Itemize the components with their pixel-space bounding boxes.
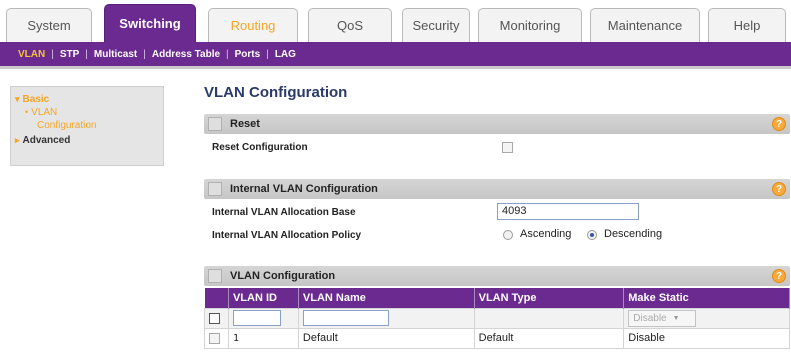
radio-ascending-label: Ascending xyxy=(520,228,572,240)
make-static-input-cell: Disable ▼ xyxy=(623,307,790,329)
tab-monitoring[interactable]: Monitoring xyxy=(478,8,582,42)
tab-switching[interactable]: Switching xyxy=(104,4,196,42)
sidebar-item-label: Advanced xyxy=(22,135,71,146)
subnav-separator: | xyxy=(266,48,269,60)
column-header-vlan-id: VLAN ID xyxy=(228,288,299,308)
vlan-name-input-cell xyxy=(297,307,475,329)
chevron-down-icon: ▾ xyxy=(15,94,20,104)
sidebar-item-label: Configuration xyxy=(37,120,97,131)
subnav-ports[interactable]: Ports xyxy=(235,49,261,60)
make-static-select[interactable]: Disable ▼ xyxy=(628,309,697,327)
page-title: VLAN Configuration xyxy=(204,84,348,101)
subnav-stp[interactable]: STP xyxy=(60,49,79,60)
tab-security[interactable]: Security xyxy=(402,8,470,42)
help-icon[interactable]: ? xyxy=(772,182,786,196)
sidebar-item-vlan-configuration-line2[interactable]: Configuration xyxy=(15,119,159,132)
sidebar-item-vlan-configuration[interactable]: • VLAN xyxy=(15,106,159,119)
tab-system[interactable]: System xyxy=(6,8,92,42)
vlan-configuration-section-header: VLAN Configuration ? xyxy=(204,266,790,286)
reset-section-header: Reset ? xyxy=(204,114,790,134)
section-toggle-icon[interactable] xyxy=(208,269,222,283)
radio-descending[interactable] xyxy=(587,230,597,240)
select-all-checkbox[interactable] xyxy=(209,312,220,324)
tab-routing[interactable]: Routing xyxy=(208,8,298,42)
column-header-select xyxy=(204,288,229,308)
select-all-cell xyxy=(204,307,229,329)
vlan-name-input[interactable] xyxy=(302,310,389,326)
allocation-base-input[interactable]: 4093 xyxy=(497,203,639,220)
bullet-icon: • xyxy=(25,107,29,117)
vlan-id-cell: 1 xyxy=(227,327,299,349)
subnav-separator: | xyxy=(143,48,146,60)
chevron-right-icon: ▸ xyxy=(15,135,20,145)
allocation-base-label: Internal VLAN Allocation Base xyxy=(212,207,356,218)
row-select-cell xyxy=(204,327,229,349)
tab-help[interactable]: Help xyxy=(708,8,786,42)
tab-qos[interactable]: QoS xyxy=(308,8,392,42)
column-header-vlan-name: VLAN Name xyxy=(298,288,475,308)
radio-ascending[interactable] xyxy=(503,230,513,240)
chevron-down-icon: ▼ xyxy=(672,314,680,322)
subnav-separator: | xyxy=(85,48,88,60)
make-static-select-value: Disable xyxy=(633,312,667,324)
table-header-row: VLAN ID VLAN Name VLAN Type Make Static xyxy=(204,288,790,308)
reset-configuration-label: Reset Configuration xyxy=(212,142,308,153)
help-icon[interactable]: ? xyxy=(772,117,786,131)
sidebar-item-label: Basic xyxy=(22,94,50,105)
section-title: VLAN Configuration xyxy=(230,270,336,282)
sidebar-item-advanced[interactable]: ▸ Advanced xyxy=(15,134,159,147)
main-tab-bar: System Switching Routing QoS Security Mo… xyxy=(0,0,791,42)
allocation-policy-label: Internal VLAN Allocation Policy xyxy=(212,230,362,241)
help-icon[interactable]: ? xyxy=(772,269,786,283)
sidebar-item-basic[interactable]: ▾ Basic xyxy=(15,93,159,106)
section-toggle-icon[interactable] xyxy=(208,182,222,196)
sidebar-item-label: VLAN xyxy=(31,107,58,118)
subnav-vlan[interactable]: VLAN xyxy=(18,49,45,60)
internal-vlan-section-header: Internal VLAN Configuration ? xyxy=(204,179,790,199)
subnav-address-table[interactable]: Address Table xyxy=(152,49,220,60)
subnav-separator: | xyxy=(51,48,54,60)
vlan-name-cell: Default xyxy=(297,327,475,349)
vlan-table: VLAN ID VLAN Name VLAN Type Make Static … xyxy=(204,288,790,349)
vlan-type-cell: Default xyxy=(473,327,625,349)
vlan-id-input-cell xyxy=(227,307,299,329)
vlan-id-input[interactable] xyxy=(232,310,281,326)
subnav-separator: | xyxy=(226,48,229,60)
column-header-make-static: Make Static xyxy=(623,288,790,308)
section-title: Internal VLAN Configuration xyxy=(230,183,378,195)
column-header-vlan-type: VLAN Type xyxy=(474,288,625,308)
tab-maintenance[interactable]: Maintenance xyxy=(590,8,700,42)
reset-configuration-checkbox[interactable] xyxy=(502,142,513,153)
table-row: 1 Default Default Disable xyxy=(204,327,790,349)
make-static-cell: Disable xyxy=(623,327,790,349)
sub-nav-bar: VLAN | STP | Multicast | Address Table |… xyxy=(0,42,791,66)
table-input-row: Disable ▼ xyxy=(204,307,790,329)
vlan-type-input-cell xyxy=(473,307,625,329)
section-toggle-icon[interactable] xyxy=(208,117,222,131)
subnav-divider xyxy=(0,66,791,69)
radio-descending-label: Descending xyxy=(604,228,663,240)
row-select-checkbox[interactable] xyxy=(209,332,220,344)
subnav-multicast[interactable]: Multicast xyxy=(94,49,137,60)
subnav-lag[interactable]: LAG xyxy=(275,49,296,60)
left-sidebar: ▾ Basic • VLAN Configuration ▸ Advanced xyxy=(10,86,164,166)
section-title: Reset xyxy=(230,118,260,130)
